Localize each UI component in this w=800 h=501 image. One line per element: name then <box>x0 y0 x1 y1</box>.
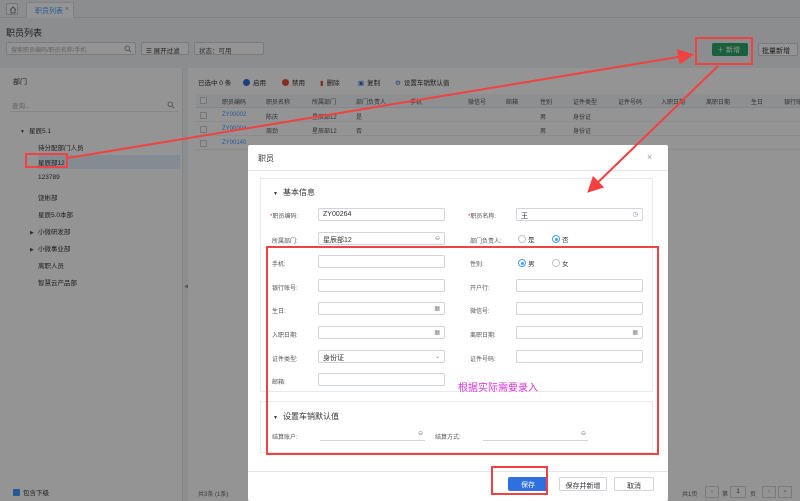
arrow-to-modal <box>587 65 719 193</box>
arrow-to-add <box>67 49 694 159</box>
annotation-arrows <box>67 49 719 193</box>
